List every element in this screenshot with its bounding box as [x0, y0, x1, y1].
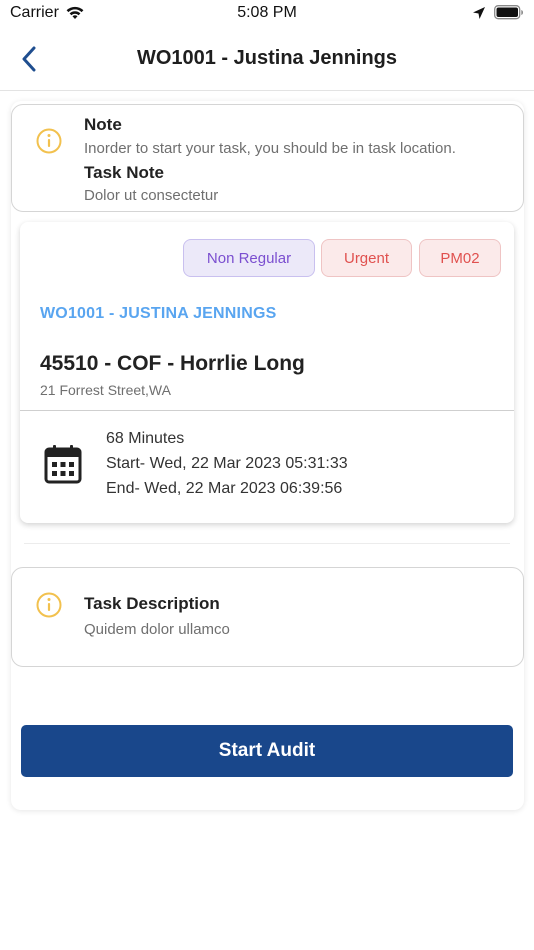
- note-text: Inorder to start your task, you should b…: [84, 140, 456, 157]
- task-description-card: Task Description Quidem dolor ullamco: [11, 567, 524, 667]
- type-badge-pm02: PM02: [419, 239, 501, 277]
- priority-badge-non-regular: Non Regular: [183, 239, 315, 277]
- task-end-time: End- Wed, 22 Mar 2023 06:39:56: [106, 480, 343, 497]
- battery-icon: [494, 5, 523, 20]
- task-description-text: Quidem dolor ullamco: [84, 621, 230, 638]
- site-address: 21 Forrest Street,WA: [40, 382, 171, 398]
- task-note-text: Dolor ut consectetur: [84, 187, 219, 204]
- section-divider: [24, 543, 510, 544]
- site-title: 45510 - COF - Horrlie Long: [40, 352, 305, 375]
- task-note-label: Task Note: [84, 163, 164, 182]
- task-duration: 68 Minutes: [106, 430, 185, 447]
- page-title: WO1001 - Justina Jennings: [136, 47, 398, 69]
- location-arrow-icon: [473, 6, 485, 19]
- card-divider: [20, 410, 514, 411]
- work-order-header: WO1001 - JUSTINA JENNINGS: [40, 305, 277, 322]
- info-icon: [36, 128, 62, 154]
- note-card: Note Inorder to start your task, you sho…: [11, 104, 524, 212]
- work-order-card: Non Regular Urgent PM02 WO1001 - JUSTINA…: [20, 222, 514, 523]
- priority-badge-urgent: Urgent: [321, 239, 412, 277]
- note-label: Note: [84, 115, 122, 134]
- task-description-label: Task Description: [84, 594, 220, 613]
- status-bar: Carrier 5:08 PM: [0, 0, 534, 30]
- status-right-indicators: [472, 5, 524, 20]
- info-icon: [36, 592, 62, 618]
- start-audit-button[interactable]: Start Audit: [21, 725, 513, 777]
- navigation-bar: WO1001 - Justina Jennings: [0, 30, 534, 91]
- task-start-time: Start- Wed, 22 Mar 2023 05:31:33: [106, 455, 348, 472]
- calendar-icon: [44, 445, 82, 484]
- status-time: 5:08 PM: [237, 4, 297, 21]
